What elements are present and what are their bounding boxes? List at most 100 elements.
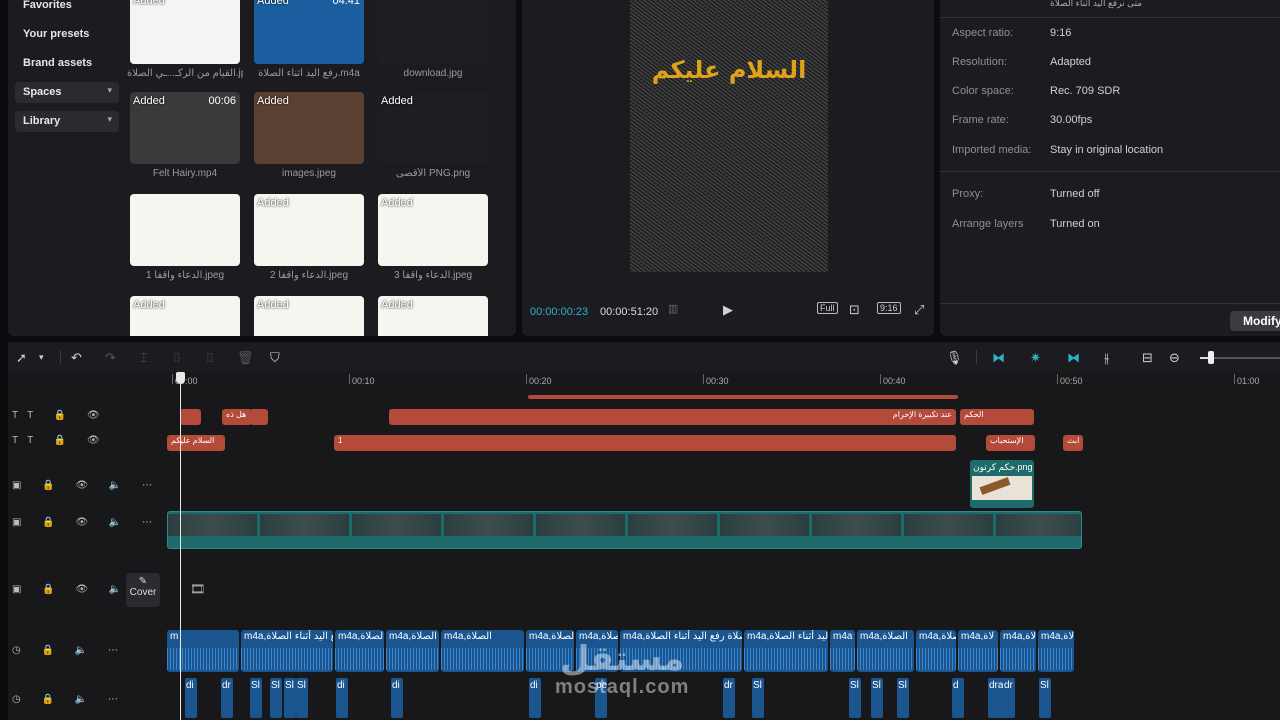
media-thumbnail[interactable]: Added [130,0,240,64]
media-thumbnail[interactable]: Added 00:06 [130,92,240,164]
sfx-clip[interactable]: dr [221,678,233,718]
audio-clip[interactable]: m4a,الصلاة [857,630,914,672]
nav-favorites[interactable]: Favorites [23,0,72,11]
audio-clip[interactable]: m4a,الصلاة [916,630,956,672]
sfx-clip[interactable]: di [185,678,197,718]
text-clip[interactable]: السلام عليكم [167,435,225,451]
image-thumbnail [972,476,1032,500]
select-cursor-icon[interactable]: ➚ [16,350,27,366]
track-controls[interactable]: TT 🔒 👁 [12,410,109,421]
thumbnail-icon[interactable]: ⊟ [1142,350,1153,366]
audio-clip[interactable]: m4a,لاة [1038,630,1074,672]
sfx-clip[interactable]: Sl [849,678,861,718]
preview-axis-icon[interactable]: ⫳ [1104,350,1109,366]
sfx-clip[interactable]: di [391,678,403,718]
audio-waveform [241,648,333,670]
track-controls[interactable]: ▣ 🔒 👁 🔈 ⋯ [12,517,161,528]
waveform-icon[interactable]: ▥ [668,302,678,315]
audio-clip[interactable]: m4a,رفع اليد أثناء الصلاة [335,630,384,672]
video-preview[interactable]: السلام عليكم [630,0,828,272]
fullscreen-icon[interactable]: ⤢ [914,302,924,318]
text-clip[interactable] [250,409,268,425]
chevron-down-icon[interactable]: ▾ [39,352,44,363]
ruler-label: 00:10 [352,376,375,386]
link-icon[interactable]: ⧓ [1067,350,1080,366]
video-clip[interactable] [167,511,1082,549]
audio-waveform [441,648,524,670]
sfx-clip[interactable]: Sl [250,678,262,718]
full-button[interactable]: Full [817,302,838,314]
audio-clip[interactable]: m4a,رفع اليد أثناء الصلاة [241,630,333,672]
media-thumbnail[interactable] [130,194,240,266]
split-icon[interactable]: ⌶ [140,350,148,366]
media-thumbnail[interactable]: Added [254,194,364,266]
screenshot-icon[interactable]: ⊡ [849,302,860,318]
sfx-clip[interactable]: Sl [296,678,308,718]
cover-button[interactable]: ✎ Cover [126,573,160,607]
image-clip[interactable]: حكم كرتون.png [970,460,1034,508]
text-clip[interactable] [528,395,958,399]
video-frame [628,514,718,536]
added-badge: Added [381,95,413,107]
audio-clip[interactable]: m4a [830,630,855,672]
text-clip[interactable]: عند تكبيرة الإحرام [389,409,956,425]
nav-your-presets[interactable]: Your presets [23,28,89,40]
media-thumbnail[interactable]: Added [254,296,364,336]
sfx-clip[interactable]: Sl [871,678,883,718]
text-clip[interactable]: الإستحباب [986,435,1035,451]
microphone-icon[interactable]: 🎙 [946,350,963,366]
track-controls[interactable]: ◷ 🔒 🔈 ⋯ [12,645,127,656]
redo-icon[interactable]: ↷ [105,350,116,366]
track-controls[interactable]: ◷ 🔒 🔈 ⋯ [12,694,127,705]
value-resolution: Adapted [1050,56,1091,68]
media-thumbnail[interactable]: Added 04:41 [254,0,364,64]
audio-clip[interactable]: m4a,الصلاة [386,630,439,672]
sfx-clip[interactable]: Sl [752,678,764,718]
track-controls[interactable]: ▣ 🔒 👁 🔈 ⋯ [12,480,161,491]
nav-library-dropdown[interactable]: Library ▾ [15,111,119,132]
sfx-clip[interactable]: di [529,678,541,718]
sfx-clip[interactable]: Sl [1039,678,1051,718]
media-thumbnail[interactable]: Added [378,296,488,336]
media-thumbnail[interactable] [378,0,488,64]
sfx-clip[interactable]: di [336,678,348,718]
magnet-snap-icon[interactable]: ⧓ [992,350,1005,366]
delete-icon[interactable]: 🗑 [237,350,254,366]
text-clip[interactable]: 1 [334,435,956,451]
ratio-button[interactable]: 9:16 [877,302,901,314]
auto-snap-icon[interactable]: ✷ [1030,350,1041,366]
text-clip[interactable]: الحكم [960,409,1034,425]
media-thumbnail[interactable]: Added [378,194,488,266]
modify-button[interactable]: Modify [1230,311,1280,331]
media-thumbnail[interactable]: Added [378,92,488,164]
sfx-clip[interactable]: Sl [897,678,909,718]
media-thumbnail[interactable]: Added [254,92,364,164]
sfx-clip[interactable]: Sl [270,678,282,718]
playhead-handle[interactable] [176,372,185,384]
nav-spaces-dropdown[interactable]: Spaces ▾ [15,82,119,103]
playhead[interactable] [180,372,181,720]
audio-clip[interactable]: m4a,لاة [1000,630,1036,672]
sfx-clip[interactable]: dr [723,678,735,718]
marker-icon[interactable]: ⛉ [270,350,280,366]
track-controls[interactable]: TT 🔒 👁 [12,435,109,446]
text-clip[interactable]: هل ذه [222,409,252,425]
text-clip[interactable]: ابث [1063,435,1083,451]
play-icon[interactable]: ▶ [723,302,733,318]
sfx-clip[interactable]: dr [1003,678,1015,718]
undo-icon[interactable]: ↶ [71,350,82,366]
zoom-out-icon[interactable]: ⊖ [1169,350,1180,366]
nav-brand-assets[interactable]: Brand assets [23,57,92,69]
audio-clip[interactable]: m4a,رفع اليد أثناء الصلاة [744,630,828,672]
sfx-clip[interactable]: d [952,678,964,718]
split-right-icon[interactable]: ⌷ [206,350,214,366]
audio-clip[interactable]: m4a,لاة [958,630,998,672]
audio-clip[interactable]: m [167,630,239,672]
zoom-slider-handle[interactable] [1208,351,1214,364]
audio-clip[interactable]: m4a,الصلاة [441,630,524,672]
sfx-clip[interactable]: Sl [284,678,296,718]
divider [940,17,1280,18]
text-clip[interactable] [180,409,201,425]
media-thumbnail[interactable]: Added [130,296,240,336]
split-left-icon[interactable]: ⌷ [173,350,181,366]
